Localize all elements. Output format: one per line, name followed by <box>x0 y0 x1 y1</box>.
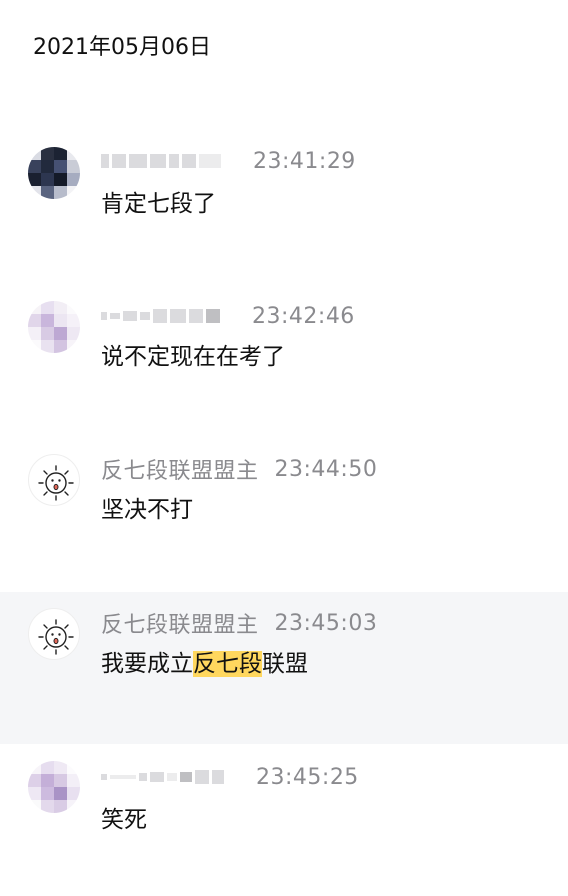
timestamp: 23:44:50 <box>274 456 378 482</box>
pixelated-avatar-icon <box>28 301 80 353</box>
message-text: 说不定现在在考了 <box>101 344 285 370</box>
redacted-sender-name <box>101 770 224 784</box>
message-text-part: 联盟 <box>262 651 308 677</box>
redacted-sender-name <box>101 309 220 323</box>
timestamp: 23:45:25 <box>256 764 359 790</box>
message-text-part: 我要成立 <box>101 651 193 677</box>
redacted-sender-name <box>101 154 221 168</box>
avatar[interactable] <box>28 454 80 506</box>
message-text: 笑死 <box>101 807 147 833</box>
timestamp: 23:41:29 <box>253 148 356 174</box>
message-text: 坚决不打 <box>101 497 193 523</box>
timestamp: 23:42:46 <box>252 303 355 329</box>
message-text: 肯定七段了 <box>101 191 216 217</box>
pixelated-avatar-icon <box>28 147 80 199</box>
message-meta: 反七段联盟盟主 23:45:03 <box>101 607 378 639</box>
message-meta: 23:42:46 <box>101 301 355 331</box>
timestamp: 23:45:03 <box>274 610 378 636</box>
message-item-selected[interactable]: 反七段联盟盟主 23:45:03 我要成立反七段联盟 <box>0 592 568 744</box>
message-item[interactable]: 23:41:29 肯定七段了 <box>0 140 568 270</box>
avatar[interactable] <box>28 608 80 660</box>
message-meta: 23:41:29 <box>101 146 356 176</box>
search-highlight: 反七段 <box>193 651 262 677</box>
avatar[interactable] <box>28 761 80 813</box>
sender-name[interactable]: 反七段联盟盟主 <box>101 453 259 485</box>
avatar[interactable] <box>28 147 80 199</box>
message-item[interactable]: 23:45:25 笑死 <box>0 757 568 867</box>
avatar[interactable] <box>28 301 80 353</box>
message-meta: 反七段联盟盟主 23:44:50 <box>101 453 378 485</box>
message-item[interactable]: 23:42:46 说不定现在在考了 <box>0 295 568 425</box>
date-header: 2021年05月06日 <box>33 35 211 60</box>
message-text: 我要成立反七段联盟 <box>101 648 308 680</box>
pixelated-avatar-icon <box>28 761 80 813</box>
message-meta: 23:45:25 <box>101 762 359 792</box>
sender-name[interactable]: 反七段联盟盟主 <box>101 607 259 639</box>
sun-face-avatar-icon <box>38 619 74 655</box>
message-item[interactable]: 反七段联盟盟主 23:44:50 坚决不打 <box>0 450 568 580</box>
sun-face-avatar-icon <box>38 465 74 501</box>
